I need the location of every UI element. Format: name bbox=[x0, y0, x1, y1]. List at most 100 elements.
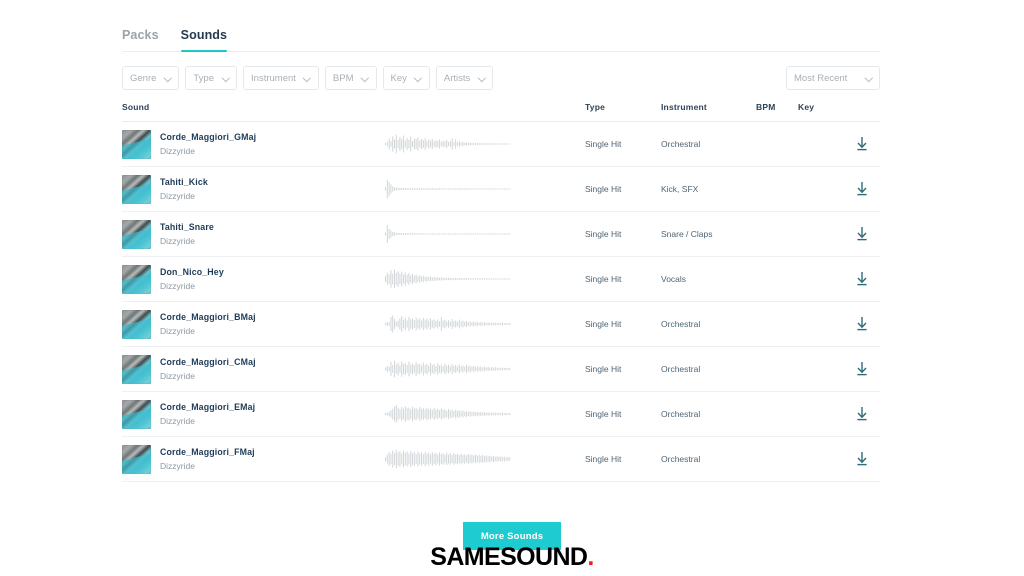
filter-type-label: Type bbox=[193, 72, 215, 84]
column-header-waveform bbox=[385, 102, 585, 122]
download-icon[interactable] bbox=[852, 224, 872, 244]
sound-type: Single Hit bbox=[585, 256, 661, 302]
sound-artist[interactable]: Dizzyride bbox=[160, 280, 224, 293]
sound-type: Single Hit bbox=[585, 301, 661, 347]
sound-artist[interactable]: Dizzyride bbox=[160, 235, 214, 248]
download-icon[interactable] bbox=[852, 134, 872, 154]
sound-title[interactable]: Don_Nico_Hey bbox=[160, 266, 224, 279]
download-cell bbox=[850, 256, 880, 302]
sounds-table: Sound Type Instrument BPM Key Corde_Magg… bbox=[122, 102, 880, 482]
download-cell bbox=[850, 121, 880, 167]
waveform-preview[interactable] bbox=[385, 358, 511, 380]
chevron-down-icon bbox=[415, 75, 422, 82]
pack-artwork-thumbnail[interactable] bbox=[122, 444, 151, 474]
sound-title[interactable]: Corde_Maggiori_FMaj bbox=[160, 446, 255, 459]
filter-bpm[interactable]: BPM bbox=[324, 66, 377, 90]
table-row[interactable]: Don_Nico_Hey Dizzyride Single Hit Vocals bbox=[122, 256, 880, 302]
sound-instrument: Orchestral bbox=[661, 391, 756, 437]
sound-artist[interactable]: Dizzyride bbox=[160, 325, 256, 338]
sound-meta: Tahiti_Snare Dizzyride bbox=[160, 221, 214, 248]
sound-title[interactable]: Corde_Maggiori_EMaj bbox=[160, 401, 255, 414]
pack-artwork-thumbnail[interactable] bbox=[122, 264, 151, 294]
filter-artists[interactable]: Artists bbox=[435, 66, 494, 90]
waveform-preview[interactable] bbox=[385, 178, 511, 200]
chevron-down-icon bbox=[865, 75, 872, 82]
waveform-preview[interactable] bbox=[385, 403, 511, 425]
sound-title[interactable]: Corde_Maggiori_GMaj bbox=[160, 131, 256, 144]
sound-title[interactable]: Corde_Maggiori_CMaj bbox=[160, 356, 256, 369]
brand-text: SAMESOUND bbox=[430, 543, 588, 571]
download-icon[interactable] bbox=[852, 404, 872, 424]
waveform-cell bbox=[385, 301, 585, 347]
filter-type[interactable]: Type bbox=[185, 66, 238, 90]
sound-info: Tahiti_Kick Dizzyride bbox=[122, 174, 385, 204]
filter-bar: Genre Type Instrument BPM Key Artists Mo… bbox=[122, 54, 880, 102]
table-row[interactable]: Corde_Maggiori_EMaj Dizzyride Single Hit Or… bbox=[122, 391, 880, 437]
sound-bpm bbox=[756, 166, 798, 212]
waveform-preview[interactable] bbox=[385, 313, 511, 335]
table-row[interactable]: Tahiti_Snare Dizzyride Single Hit Snare / C… bbox=[122, 211, 880, 257]
download-cell bbox=[850, 391, 880, 437]
sound-title[interactable]: Tahiti_Kick bbox=[160, 176, 208, 189]
table-row[interactable]: Corde_Maggiori_BMaj Dizzyride Single Hit Or… bbox=[122, 301, 880, 347]
download-icon[interactable] bbox=[852, 359, 872, 379]
sound-info: Corde_Maggiori_FMaj Dizzyride bbox=[122, 444, 385, 474]
sound-meta: Tahiti_Kick Dizzyride bbox=[160, 176, 208, 203]
table-header-row: Sound Type Instrument BPM Key bbox=[122, 102, 880, 122]
pack-artwork-thumbnail[interactable] bbox=[122, 219, 151, 249]
pack-artwork-thumbnail[interactable] bbox=[122, 399, 151, 429]
download-cell bbox=[850, 166, 880, 212]
pack-artwork-thumbnail[interactable] bbox=[122, 309, 151, 339]
waveform-preview[interactable] bbox=[385, 133, 511, 155]
table-row[interactable]: Tahiti_Kick Dizzyride Single Hit Kick, SFX bbox=[122, 166, 880, 212]
filter-bpm-label: BPM bbox=[332, 72, 354, 84]
sound-bpm bbox=[756, 436, 798, 482]
table-row[interactable]: Corde_Maggiori_FMaj Dizzyride Single Hit Or… bbox=[122, 436, 880, 482]
download-icon[interactable] bbox=[852, 314, 872, 334]
sound-artist[interactable]: Dizzyride bbox=[160, 415, 255, 428]
sound-key bbox=[798, 391, 850, 437]
sound-type: Single Hit bbox=[585, 166, 661, 212]
filter-genre-label: Genre bbox=[130, 72, 157, 84]
column-header-download bbox=[850, 102, 880, 122]
sound-cell: Don_Nico_Hey Dizzyride bbox=[122, 256, 385, 302]
chevron-down-icon bbox=[478, 75, 485, 82]
sort-select[interactable]: Most Recent bbox=[786, 66, 880, 90]
pack-artwork-thumbnail[interactable] bbox=[122, 354, 151, 384]
sound-key bbox=[798, 301, 850, 347]
sound-key bbox=[798, 121, 850, 167]
filter-key-label: Key bbox=[390, 72, 407, 84]
column-header-sound: Sound bbox=[122, 102, 385, 122]
pack-artwork-thumbnail[interactable] bbox=[122, 174, 151, 204]
sound-artist[interactable]: Dizzyride bbox=[160, 190, 208, 203]
filter-genre[interactable]: Genre bbox=[122, 66, 180, 90]
table-row[interactable]: Corde_Maggiori_GMaj Dizzyride Single Hit Or… bbox=[122, 121, 880, 167]
column-header-type: Type bbox=[585, 102, 661, 122]
filter-instrument[interactable]: Instrument bbox=[243, 66, 319, 90]
filter-key[interactable]: Key bbox=[382, 66, 430, 90]
table-row[interactable]: Corde_Maggiori_CMaj Dizzyride Single Hit Or… bbox=[122, 346, 880, 392]
pack-artwork-thumbnail[interactable] bbox=[122, 129, 151, 159]
sound-artist[interactable]: Dizzyride bbox=[160, 370, 256, 383]
waveform-preview[interactable] bbox=[385, 223, 511, 245]
sound-meta: Corde_Maggiori_CMaj Dizzyride bbox=[160, 356, 256, 383]
download-icon[interactable] bbox=[852, 179, 872, 199]
sound-bpm bbox=[756, 256, 798, 302]
sound-artist[interactable]: Dizzyride bbox=[160, 145, 256, 158]
sound-bpm bbox=[756, 346, 798, 392]
sound-info: Corde_Maggiori_EMaj Dizzyride bbox=[122, 399, 385, 429]
sound-title[interactable]: Corde_Maggiori_BMaj bbox=[160, 311, 256, 324]
tab-packs[interactable]: Packs bbox=[122, 28, 159, 51]
download-icon[interactable] bbox=[852, 449, 872, 469]
waveform-cell bbox=[385, 391, 585, 437]
tab-sounds[interactable]: Sounds bbox=[180, 28, 228, 52]
waveform-preview[interactable] bbox=[385, 268, 511, 290]
sound-title[interactable]: Tahiti_Snare bbox=[160, 221, 214, 234]
filter-artists-label: Artists bbox=[443, 72, 471, 84]
sound-instrument: Vocals bbox=[661, 256, 756, 302]
waveform-preview[interactable] bbox=[385, 448, 511, 470]
sound-artist[interactable]: Dizzyride bbox=[160, 460, 255, 473]
sound-meta: Corde_Maggiori_EMaj Dizzyride bbox=[160, 401, 255, 428]
download-cell bbox=[850, 301, 880, 347]
download-icon[interactable] bbox=[852, 269, 872, 289]
